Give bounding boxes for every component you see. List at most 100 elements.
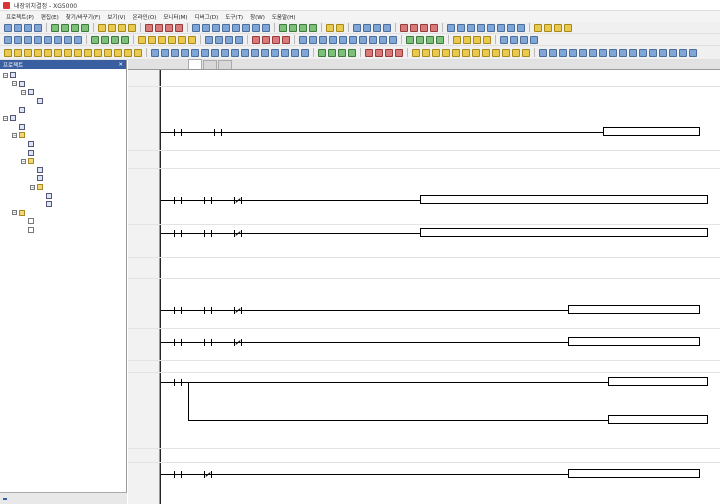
toolbar-button-icon[interactable]	[61, 23, 69, 32]
toolbar-button-icon[interactable]	[252, 35, 260, 44]
toolbar-button-icon[interactable]	[510, 35, 518, 44]
toolbar-button-icon[interactable]	[168, 35, 176, 44]
toolbar-button-icon[interactable]	[530, 35, 538, 44]
contact-symbol[interactable]	[233, 197, 243, 204]
toolbar-button-icon[interactable]	[235, 35, 243, 44]
toolbar-button-icon[interactable]	[517, 23, 525, 32]
function-block[interactable]	[568, 469, 700, 478]
toolbar-button-icon[interactable]	[452, 48, 460, 57]
toolbar-button-icon[interactable]	[472, 48, 480, 57]
toolbar-button-icon[interactable]	[619, 48, 627, 57]
toolbar-button-icon[interactable]	[114, 48, 122, 57]
toolbar-button-icon[interactable]	[211, 48, 219, 57]
toolbar-button-icon[interactable]	[463, 35, 471, 44]
toolbar-button-icon[interactable]	[554, 23, 562, 32]
toolbar-button-icon[interactable]	[91, 35, 99, 44]
toolbar-button-icon[interactable]	[181, 48, 189, 57]
toolbar-button-icon[interactable]	[609, 48, 617, 57]
contact-symbol[interactable]	[173, 129, 183, 136]
toolbar-button-icon[interactable]	[4, 35, 12, 44]
toolbar-button-icon[interactable]	[338, 48, 346, 57]
toolbar-button-icon[interactable]	[379, 35, 387, 44]
toolbar-button-icon[interactable]	[291, 48, 299, 57]
toolbar-button-icon[interactable]	[326, 23, 334, 32]
contact-symbol[interactable]	[173, 339, 183, 346]
toolbar-button-icon[interactable]	[564, 23, 572, 32]
toolbar-button-icon[interactable]	[453, 35, 461, 44]
toolbar-button-icon[interactable]	[165, 23, 173, 32]
tree-item[interactable]	[0, 217, 126, 226]
toolbar-button-icon[interactable]	[201, 48, 209, 57]
toolbar-button-icon[interactable]	[420, 23, 428, 32]
toolbar-button-icon[interactable]	[363, 23, 371, 32]
tree-item[interactable]	[0, 174, 126, 183]
toolbar-button-icon[interactable]	[161, 48, 169, 57]
expand-toggle-icon[interactable]: −	[12, 81, 17, 87]
toolbar-button-icon[interactable]	[14, 23, 22, 32]
contact-symbol[interactable]	[173, 379, 183, 386]
toolbar-button-icon[interactable]	[148, 35, 156, 44]
toolbar-button-icon[interactable]	[319, 35, 327, 44]
tree-item[interactable]: −	[0, 80, 126, 89]
function-block[interactable]	[608, 377, 708, 386]
toolbar-button-icon[interactable]	[339, 35, 347, 44]
toolbar-button-icon[interactable]	[14, 35, 22, 44]
toolbar-button-icon[interactable]	[689, 48, 697, 57]
toolbar-button-icon[interactable]	[191, 48, 199, 57]
toolbar-button-icon[interactable]	[134, 48, 142, 57]
toolbar-button-icon[interactable]	[473, 35, 481, 44]
toolbar-button-icon[interactable]	[507, 23, 515, 32]
expand-toggle-icon[interactable]: −	[12, 210, 17, 216]
toolbar-button-icon[interactable]	[71, 23, 79, 32]
toolbar-button-icon[interactable]	[432, 48, 440, 57]
toolbar-button-icon[interactable]	[406, 35, 414, 44]
toolbar-button-icon[interactable]	[422, 48, 430, 57]
toolbar-button-icon[interactable]	[669, 48, 677, 57]
toolbar-button-icon[interactable]	[436, 35, 444, 44]
toolbar-button-icon[interactable]	[74, 35, 82, 44]
toolbar-button-icon[interactable]	[492, 48, 500, 57]
tree-item[interactable]: −	[0, 88, 126, 97]
tree-item[interactable]: −	[0, 183, 126, 192]
toolbar-button-icon[interactable]	[318, 48, 326, 57]
toolbar-button-icon[interactable]	[336, 23, 344, 32]
toolbar-button-icon[interactable]	[487, 23, 495, 32]
toolbar-button-icon[interactable]	[599, 48, 607, 57]
expand-toggle-icon[interactable]: −	[21, 158, 26, 164]
toolbar-button-icon[interactable]	[128, 23, 136, 32]
toolbar-button-icon[interactable]	[44, 48, 52, 57]
toolbar-button-icon[interactable]	[522, 48, 530, 57]
toolbar-button-icon[interactable]	[279, 23, 287, 32]
toolbar-button-icon[interactable]	[24, 23, 32, 32]
toolbar-button-icon[interactable]	[497, 23, 505, 32]
toolbar-button-icon[interactable]	[281, 48, 289, 57]
toolbar-button-icon[interactable]	[4, 48, 12, 57]
expand-toggle-icon[interactable]: −	[21, 89, 26, 95]
toolbar-button-icon[interactable]	[108, 23, 116, 32]
toolbar-button-icon[interactable]	[231, 48, 239, 57]
toolbar-button-icon[interactable]	[261, 48, 269, 57]
toolbar-button-icon[interactable]	[639, 48, 647, 57]
close-icon[interactable]: ✕	[118, 62, 123, 68]
toolbar-button-icon[interactable]	[118, 23, 126, 32]
toolbar-button-icon[interactable]	[104, 48, 112, 57]
menu-item-4[interactable]: 온라인(O)	[133, 13, 157, 21]
toolbar-button-icon[interactable]	[212, 23, 220, 32]
tree-item[interactable]	[0, 105, 126, 114]
toolbar-button-icon[interactable]	[111, 35, 119, 44]
ladder-editor[interactable]	[128, 70, 720, 504]
toolbar-button-icon[interactable]	[81, 23, 89, 32]
tree-item[interactable]	[0, 166, 126, 175]
toolbar-button-icon[interactable]	[442, 48, 450, 57]
toolbar-button-icon[interactable]	[252, 23, 260, 32]
toolbar-button-icon[interactable]	[559, 48, 567, 57]
toolbar-button-icon[interactable]	[348, 48, 356, 57]
toolbar-button-icon[interactable]	[502, 48, 510, 57]
document-tab-1[interactable]	[203, 60, 217, 69]
tree-item[interactable]: −	[0, 71, 126, 80]
menu-item-9[interactable]: 도움말(H)	[272, 13, 296, 21]
toolbar-button-icon[interactable]	[262, 35, 270, 44]
contact-symbol[interactable]	[213, 129, 223, 136]
toolbar-button-icon[interactable]	[124, 48, 132, 57]
contact-symbol[interactable]	[173, 197, 183, 204]
